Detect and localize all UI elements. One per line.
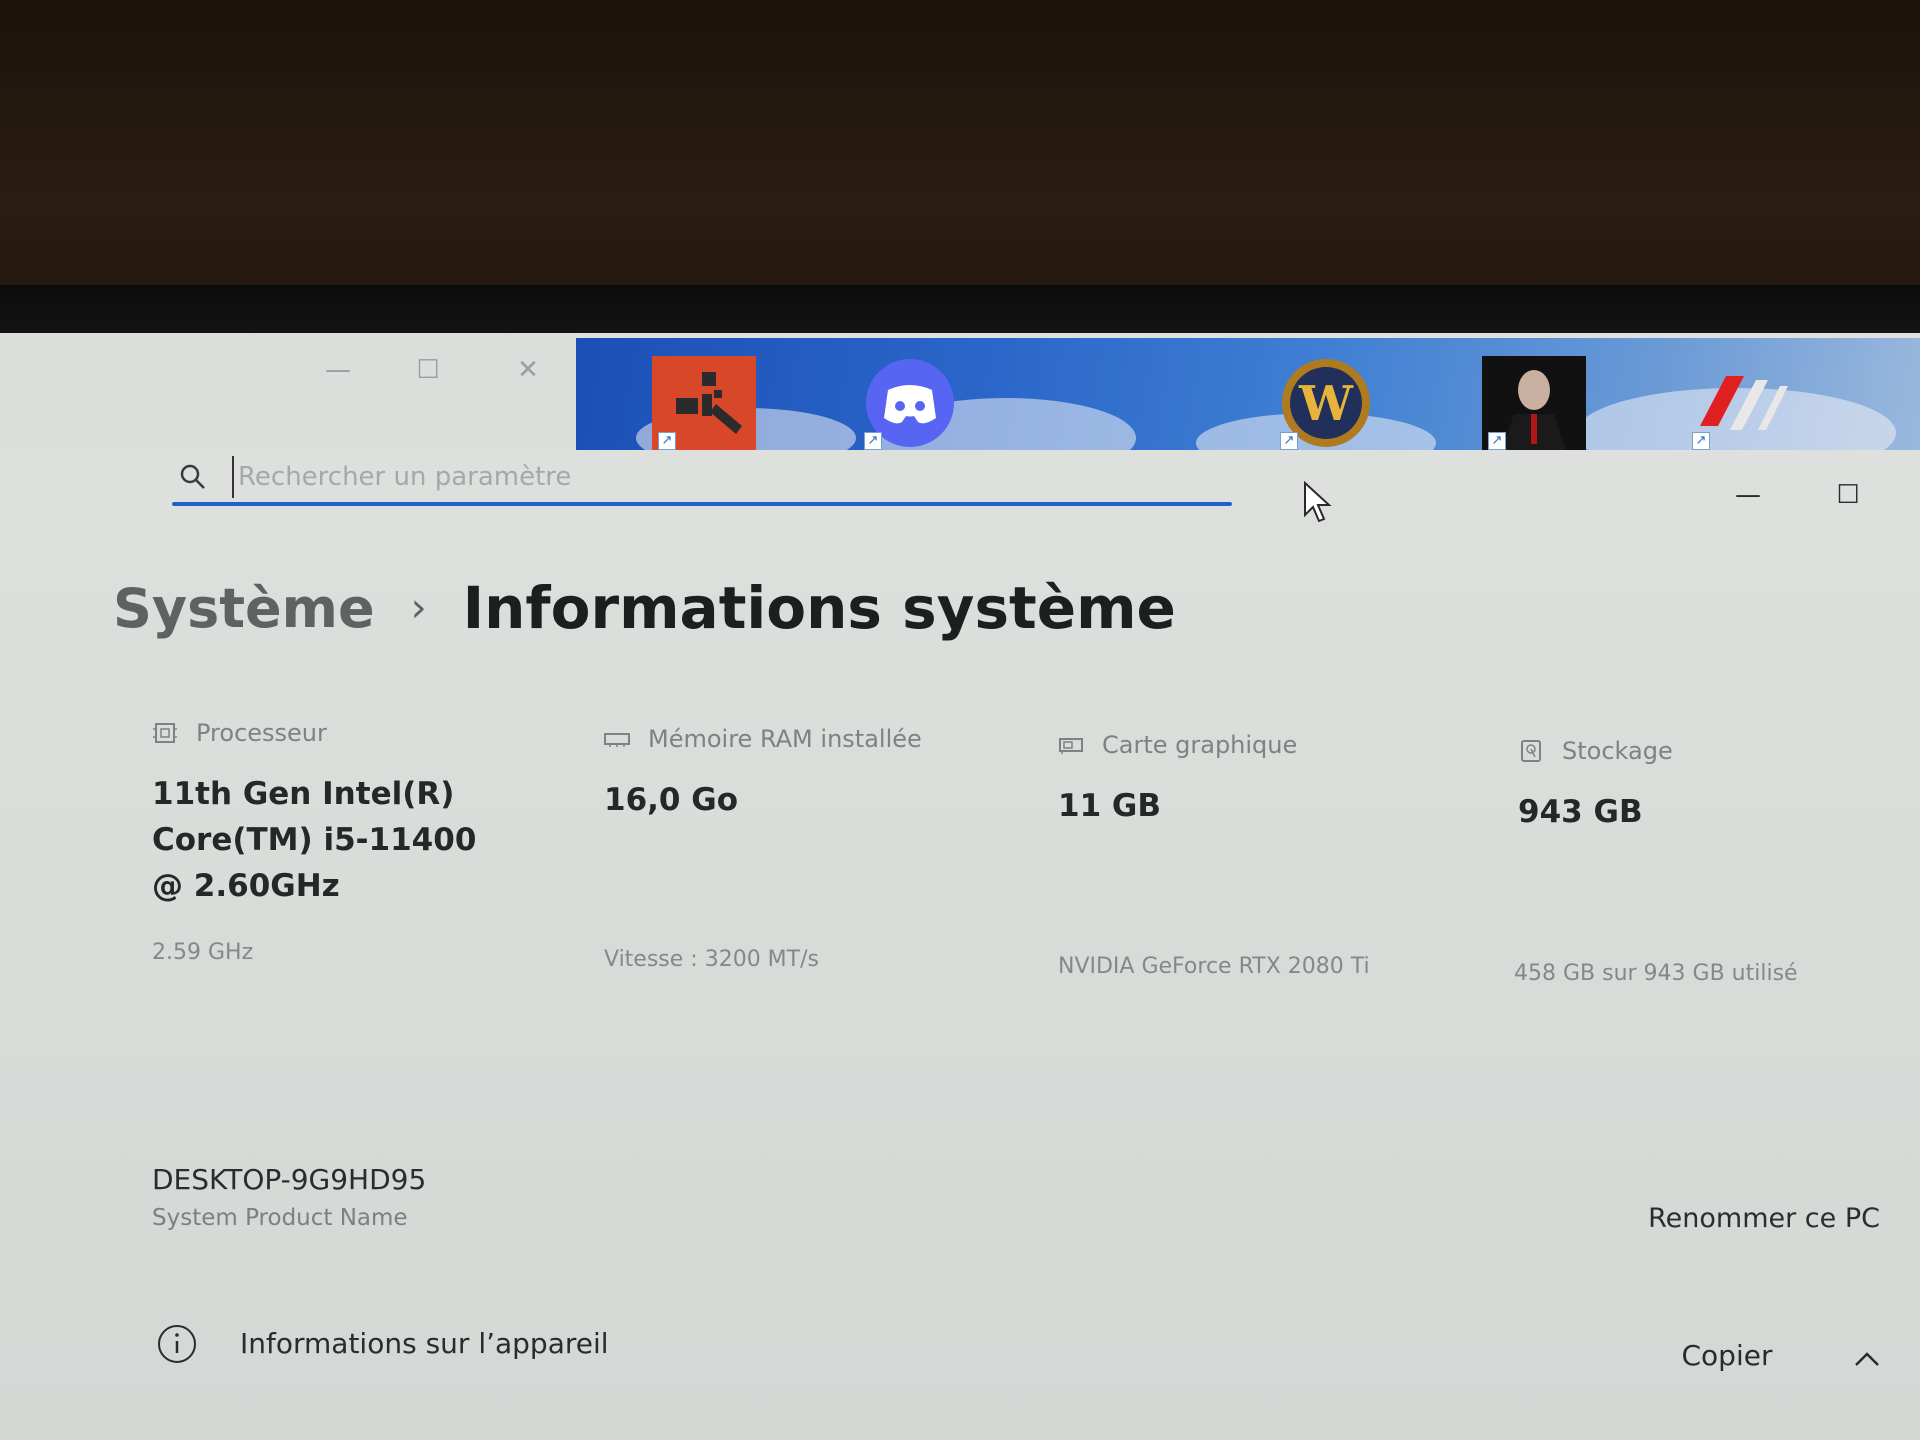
- close-icon[interactable]: ✕: [508, 355, 548, 385]
- spec-label: Carte graphique: [1102, 731, 1298, 759]
- search-icon: [180, 464, 205, 489]
- device-model: System Product Name: [152, 1205, 408, 1231]
- msi-icon[interactable]: ↗: [1686, 356, 1790, 450]
- spec-graphics: Carte graphique 11 GB: [1058, 725, 1478, 829]
- hitman-icon[interactable]: ↗: [1482, 356, 1586, 450]
- breadcrumb-separator: ›: [410, 585, 427, 631]
- spec-value: 16,0 Go: [604, 782, 739, 818]
- device-info-header[interactable]: Informations sur l’appareil Copier: [152, 1313, 1892, 1393]
- rust-icon[interactable]: ↗: [652, 356, 756, 450]
- processor-icon: [153, 723, 177, 743]
- spec-label: Stockage: [1562, 737, 1673, 765]
- spec-value: 11 GB: [1058, 788, 1162, 824]
- graphics-card-icon: [1059, 738, 1083, 754]
- processor-speed: 2.59 GHz: [152, 940, 254, 965]
- svg-text:W: W: [1298, 376, 1354, 432]
- device-name: DESKTOP-9G9HD95: [152, 1163, 427, 1196]
- device-info-label: Informations sur l’appareil: [240, 1327, 609, 1360]
- chevron-up-icon[interactable]: [1852, 1347, 1882, 1371]
- background-window: — ☐ ✕: [0, 333, 576, 448]
- search-focus-underline: [172, 502, 1232, 506]
- monitor-bezel: [0, 285, 1920, 340]
- rename-pc-button[interactable]: Renommer ce PC: [1600, 1203, 1880, 1247]
- monitor-screen: — ☐ ✕ ↗ ↗ W ↗ ↗ ↗ Rechercher un paramètr…: [0, 333, 1920, 1440]
- search-box: [172, 448, 1232, 506]
- copy-button[interactable]: Copier: [1672, 1339, 1782, 1383]
- spec-value: 943 GB: [1518, 794, 1643, 830]
- breadcrumb: Système › Informations système: [113, 568, 1176, 648]
- maximize-icon[interactable]: ☐: [408, 355, 448, 385]
- background-wall: [0, 0, 1920, 290]
- spec-memory: Mémoire RAM installée 16,0 Go: [604, 719, 1024, 823]
- minimize-icon[interactable]: —: [318, 355, 358, 385]
- maximize-icon[interactable]: ☐: [1826, 473, 1870, 517]
- discord-icon[interactable]: ↗: [858, 356, 962, 450]
- spec-value: 11th Gen Intel(R) Core(TM) i5-11400 @ 2.…: [152, 776, 477, 904]
- search-input[interactable]: [232, 456, 1212, 498]
- breadcrumb-parent[interactable]: Système: [113, 577, 375, 640]
- page-title: Informations système: [462, 574, 1176, 642]
- desktop-background: ↗ ↗ W ↗ ↗ ↗: [576, 338, 1920, 450]
- spec-processor: Processeur 11th Gen Intel(R) Core(TM) i5…: [152, 713, 572, 909]
- mouse-cursor-icon: [1304, 481, 1332, 523]
- memory-speed: Vitesse : 3200 MT/s: [604, 947, 819, 972]
- spec-label: Mémoire RAM installée: [648, 725, 922, 753]
- world-of-warcraft-icon[interactable]: W ↗: [1274, 356, 1378, 450]
- info-icon: [158, 1325, 196, 1363]
- spec-storage: Stockage 943 GB: [1518, 731, 1920, 835]
- memory-icon: [604, 733, 630, 747]
- graphics-model: NVIDIA GeForce RTX 2080 Ti: [1058, 954, 1370, 979]
- minimize-icon[interactable]: —: [1726, 473, 1770, 517]
- storage-usage: 458 GB sur 943 GB utilisé: [1514, 961, 1798, 986]
- storage-icon: [1521, 740, 1541, 762]
- spec-label: Processeur: [196, 719, 327, 747]
